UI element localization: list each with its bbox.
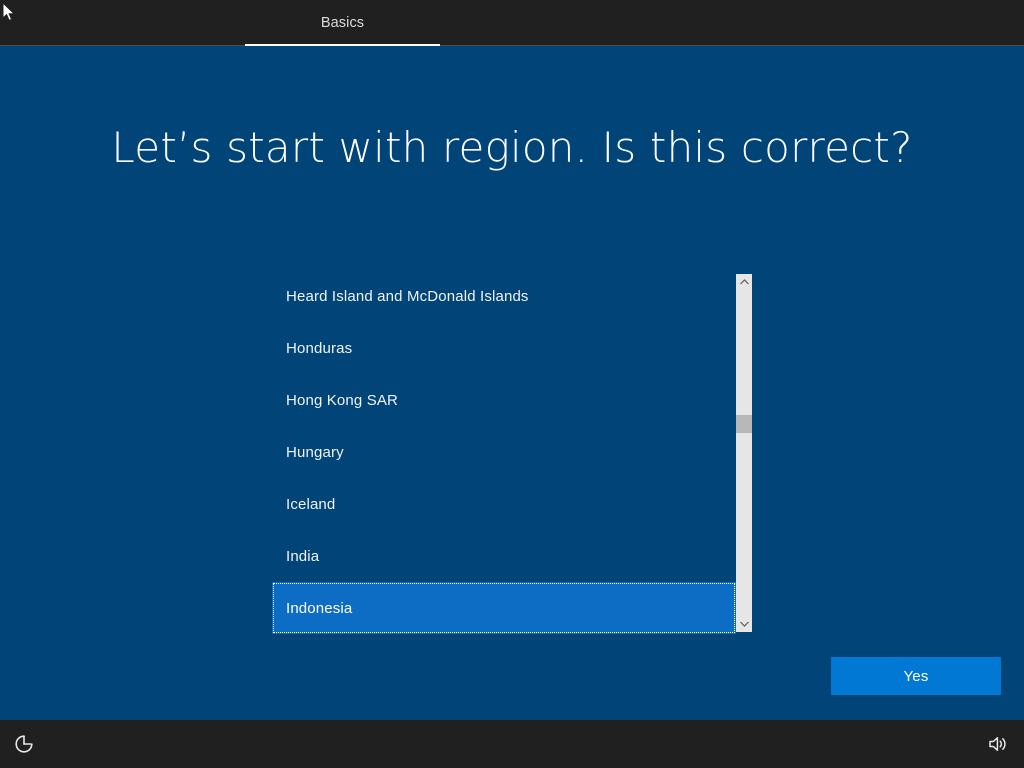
oobe-screen: Basics Let’s start with region. Is this … [0,0,1024,768]
bottom-chrome-bar [0,720,1024,768]
yes-button[interactable]: Yes [831,657,1001,695]
speaker-volume-icon[interactable] [974,720,1022,768]
list-item-label: Hungary [286,444,344,461]
top-chrome-bar: Basics [0,0,1024,46]
region-listbox[interactable]: Heard Island and McDonald Islands Hondur… [272,270,752,632]
list-item[interactable]: Hong Kong SAR [272,374,736,426]
tab-basics[interactable]: Basics [245,0,440,46]
top-bar-divider [0,45,1024,46]
list-item-label: Heard Island and McDonald Islands [286,288,529,305]
list-item-label: Hong Kong SAR [286,392,398,409]
scrollbar-thumb[interactable] [736,415,752,433]
list-item-label: Iceland [286,496,335,513]
chevron-up-icon[interactable] [736,274,752,290]
tab-active-indicator [245,44,440,46]
list-item[interactable]: Heard Island and McDonald Islands [272,270,736,322]
list-item[interactable]: Honduras [272,322,736,374]
chevron-down-icon[interactable] [736,616,752,632]
list-item[interactable]: India [272,530,736,582]
list-item-label: India [286,548,319,565]
ease-of-access-icon[interactable] [0,720,48,768]
page-title: Let’s start with region. Is this correct… [0,123,1024,173]
list-item[interactable]: Hungary [272,426,736,478]
region-list-items: Heard Island and McDonald Islands Hondur… [272,270,736,632]
list-item-label: Indonesia [286,600,352,617]
list-item-label: Honduras [286,340,352,357]
tab-basics-label: Basics [321,16,364,31]
region-list-scrollbar[interactable] [736,274,752,632]
list-item-selected[interactable]: Indonesia [272,582,736,634]
list-item[interactable]: Iceland [272,478,736,530]
